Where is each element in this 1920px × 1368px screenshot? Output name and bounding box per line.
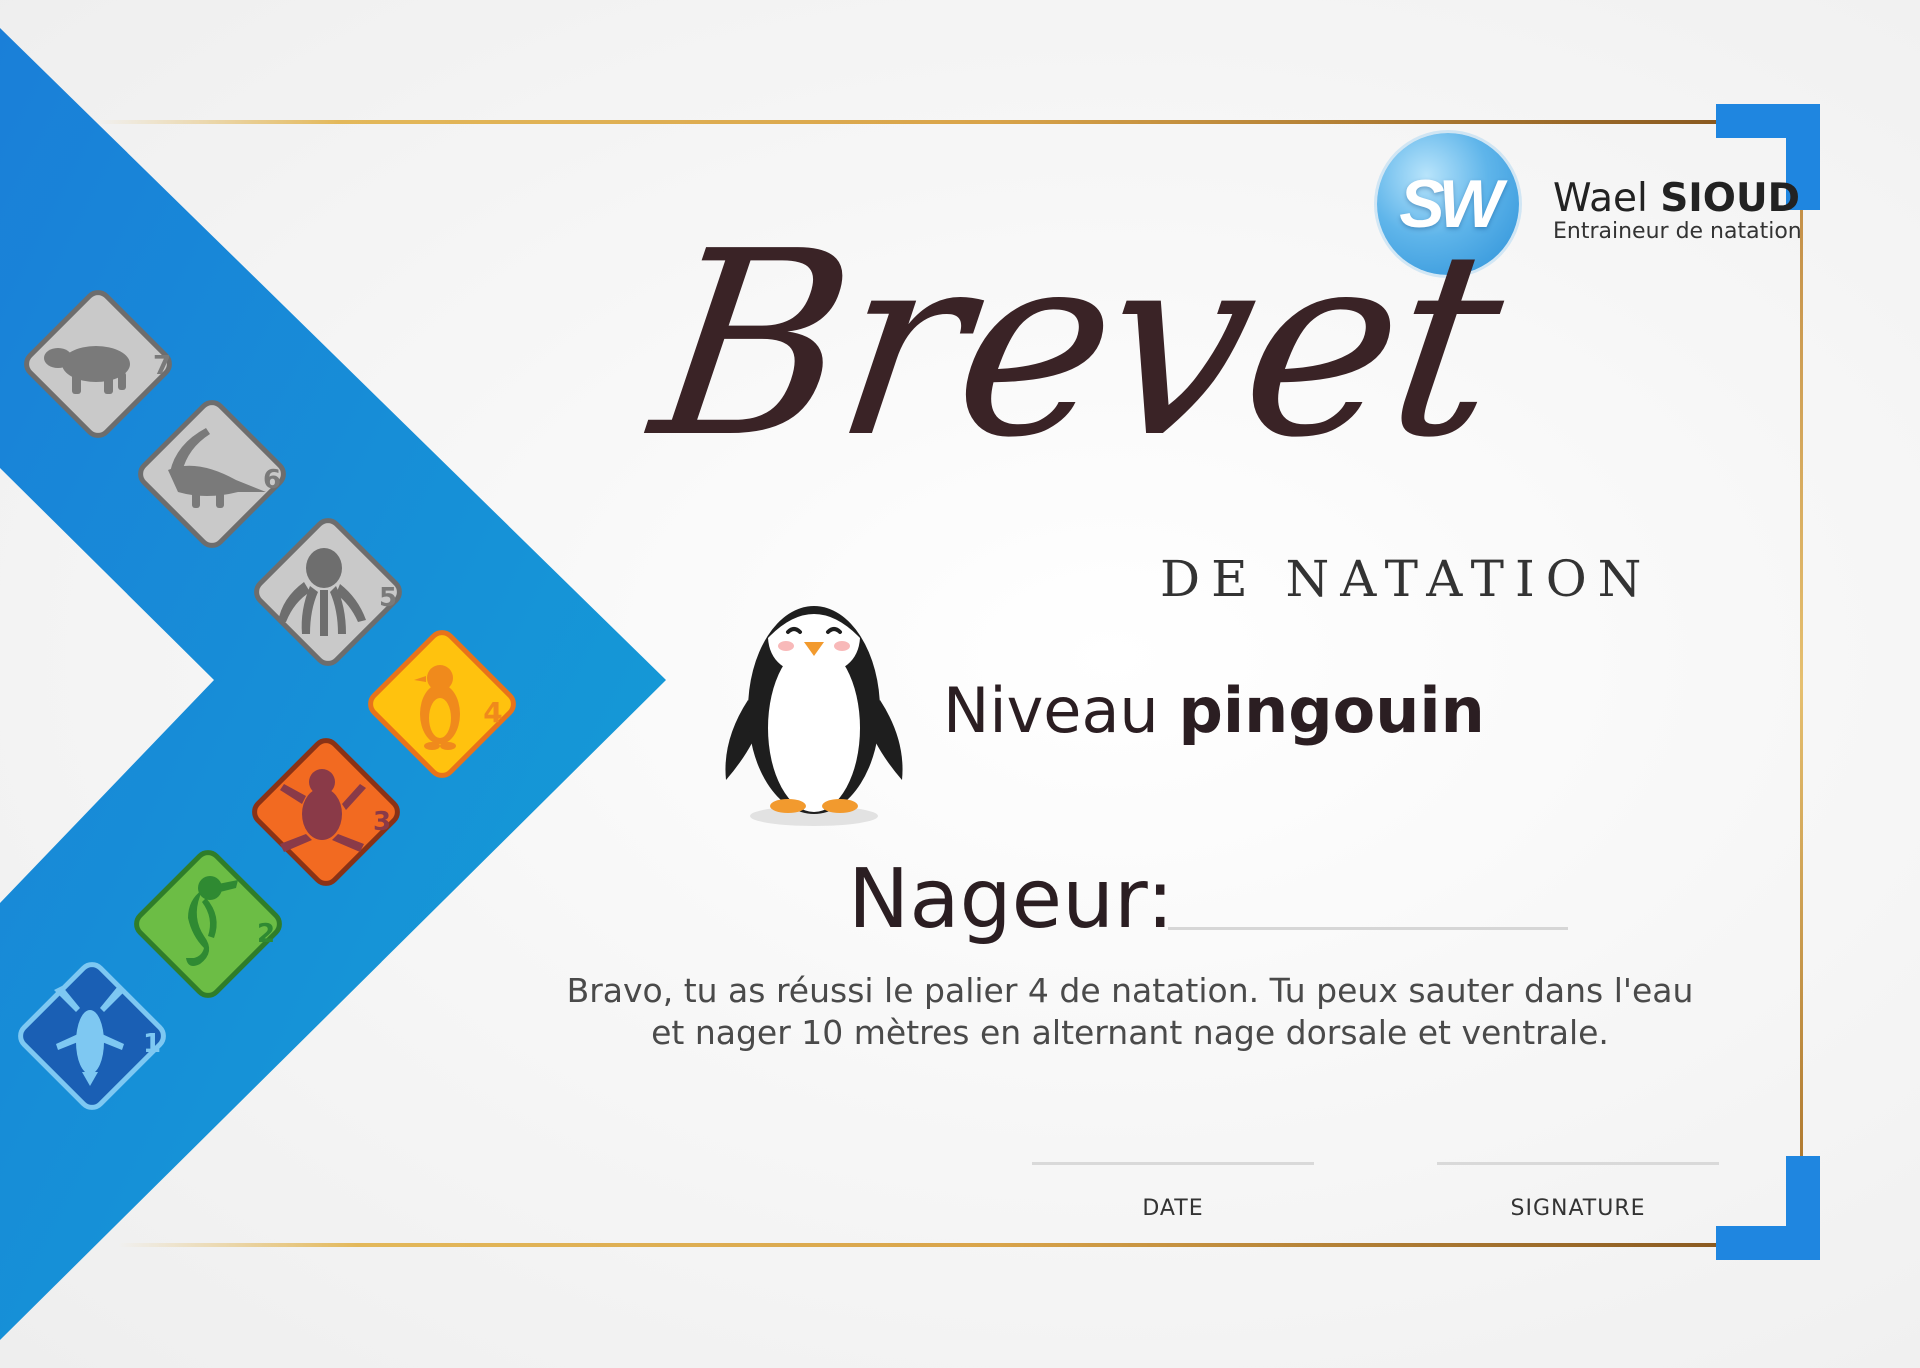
badge-number: 3	[373, 807, 391, 837]
level-heading: Niveau pingouin	[943, 674, 1485, 747]
swimmer-label: Nageur:	[848, 852, 1174, 947]
level-name: pingouin	[1178, 674, 1485, 747]
coach-first-name: Wael	[1553, 176, 1648, 221]
swimmer-name-line	[1168, 927, 1568, 930]
top-gold-border	[96, 120, 1716, 124]
message-line-1: Bravo, tu as réussi le palier 4 de natat…	[566, 971, 1694, 1010]
message-line-2: et nager 10 mètres en alternant nage dor…	[651, 1013, 1609, 1052]
penguin-illustration	[725, 606, 903, 826]
bottom-right-corner-bracket-vertical	[1786, 1156, 1820, 1260]
date-label: DATE	[1142, 1196, 1204, 1221]
certificate-title: Brevet	[639, 197, 1515, 494]
badge-level-1: 1	[18, 962, 166, 1110]
signature-line	[1437, 1162, 1719, 1165]
level-prefix: Niveau	[943, 674, 1159, 747]
bottom-gold-border	[118, 1243, 1718, 1247]
badge-number: 4	[483, 696, 502, 729]
badge-number: 7	[153, 351, 171, 381]
coach-name: Wael SIOUD	[1553, 176, 1800, 221]
badge-number: 6	[263, 465, 281, 495]
badge-number: 5	[379, 583, 397, 613]
coach-last-name: SIOUD	[1660, 176, 1800, 221]
signature-label: SIGNATURE	[1510, 1196, 1646, 1221]
certificate: 7 6 5 4 3 2 1 SW Wael SIOUD Entraineur d…	[0, 0, 1920, 1368]
congratulations-message: Bravo, tu as réussi le palier 4 de natat…	[560, 970, 1700, 1054]
badge-number: 1	[143, 1029, 161, 1059]
coach-title: Entraineur de natation	[1553, 219, 1802, 244]
certificate-subtitle: DE NATATION	[1160, 550, 1653, 608]
date-line	[1032, 1162, 1314, 1165]
right-gold-border	[1800, 210, 1803, 1160]
blue-chevron-shape	[0, 28, 666, 1340]
badge-number: 2	[257, 919, 275, 949]
